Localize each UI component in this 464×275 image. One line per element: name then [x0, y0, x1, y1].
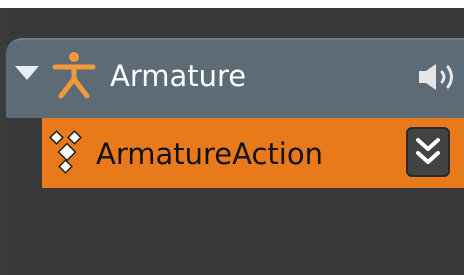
object-label: Armature — [110, 59, 247, 93]
outliner-frame: Armature ArmatureAction — [0, 8, 464, 275]
expand-button[interactable] — [406, 127, 450, 177]
double-chevron-down-icon — [416, 138, 440, 164]
armature-icon — [52, 52, 96, 99]
disclosure-triangle-icon[interactable] — [15, 66, 39, 80]
object-row-armature[interactable]: Armature — [6, 38, 464, 118]
speaker-icon[interactable] — [416, 61, 460, 93]
action-label: ArmatureAction — [96, 137, 323, 171]
action-icon — [49, 130, 82, 174]
action-row-armatureaction[interactable]: ArmatureAction — [42, 118, 464, 188]
